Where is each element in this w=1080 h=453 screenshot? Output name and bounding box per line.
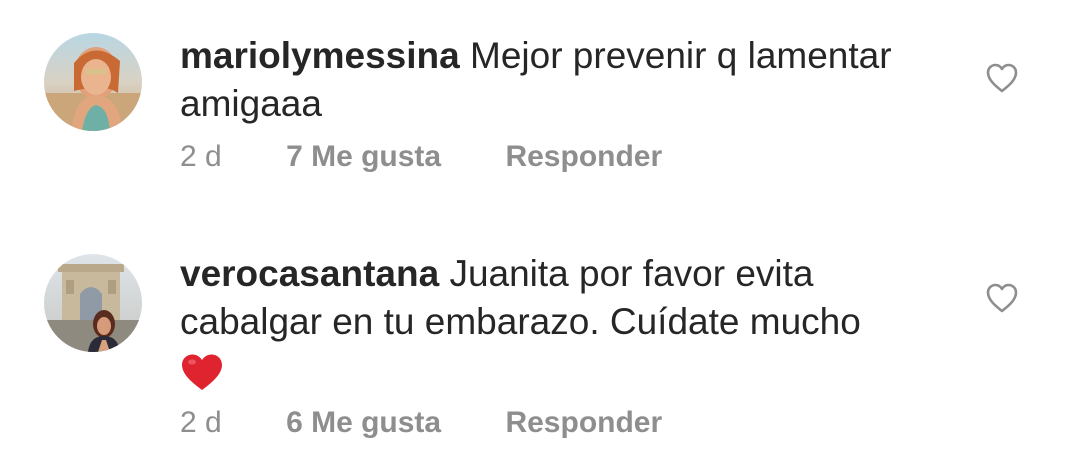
comment-body: mariolymessina Mejor prevenir q lamentar… — [180, 32, 940, 128]
comment-likes[interactable]: 7 Me gusta — [286, 140, 441, 174]
avatar[interactable] — [44, 33, 142, 131]
comment-time[interactable]: 2 d — [180, 406, 222, 440]
avatar[interactable] — [44, 254, 142, 352]
comment-meta: 2 d 6 Me gusta Responder — [180, 406, 662, 440]
comment-meta: 2 d 7 Me gusta Responder — [180, 140, 662, 174]
reply-button[interactable]: Responder — [505, 406, 662, 440]
heart-outline-icon — [986, 63, 1018, 93]
comment-username[interactable]: verocasantana — [180, 253, 439, 294]
comment-username[interactable]: mariolymessina — [180, 35, 460, 76]
red-heart-emoji — [180, 346, 224, 404]
comment-likes[interactable]: 6 Me gusta — [286, 406, 441, 440]
comment-time[interactable]: 2 d — [180, 140, 222, 174]
heart-outline-icon — [986, 283, 1018, 313]
reply-button[interactable]: Responder — [505, 140, 662, 174]
comment-body: verocasantana Juanita por favor evita ca… — [180, 250, 940, 404]
like-button[interactable] — [985, 62, 1019, 94]
like-button[interactable] — [985, 282, 1019, 314]
